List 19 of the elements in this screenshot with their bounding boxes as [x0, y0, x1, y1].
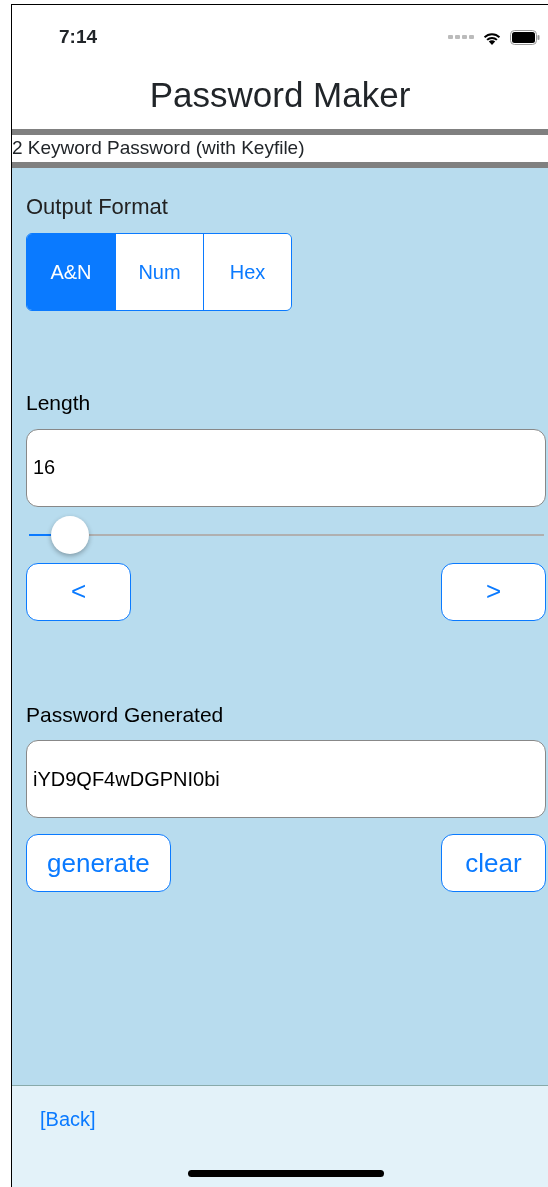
- action-button[interactable]: clear: [441, 834, 546, 892]
- segment-option[interactable]: A&N: [27, 234, 115, 310]
- action-button[interactable]: generate: [26, 834, 171, 892]
- signal-icon: [448, 34, 474, 40]
- page-title: Password Maker: [148, 74, 412, 116]
- section-label: Output Format: [26, 193, 169, 221]
- section-label: Password Generated: [26, 701, 225, 728]
- subtitle: 2 Keyword Password (with Keyfile): [12, 136, 306, 160]
- battery-icon: [510, 29, 540, 45]
- segment-option[interactable]: Hex: [203, 234, 291, 310]
- password-field[interactable]: iYD9QF4wDGPNI0bi: [26, 740, 546, 818]
- step-button[interactable]: >: [441, 562, 546, 621]
- slider-thumb[interactable]: [51, 515, 90, 554]
- length-field[interactable]: 16: [26, 428, 546, 507]
- section-label: Length: [26, 390, 92, 416]
- step-button[interactable]: <: [26, 562, 131, 621]
- status-time: 7:14: [59, 24, 98, 49]
- segment-option[interactable]: Num: [115, 234, 203, 310]
- back-link[interactable]: [Back]: [40, 1108, 96, 1130]
